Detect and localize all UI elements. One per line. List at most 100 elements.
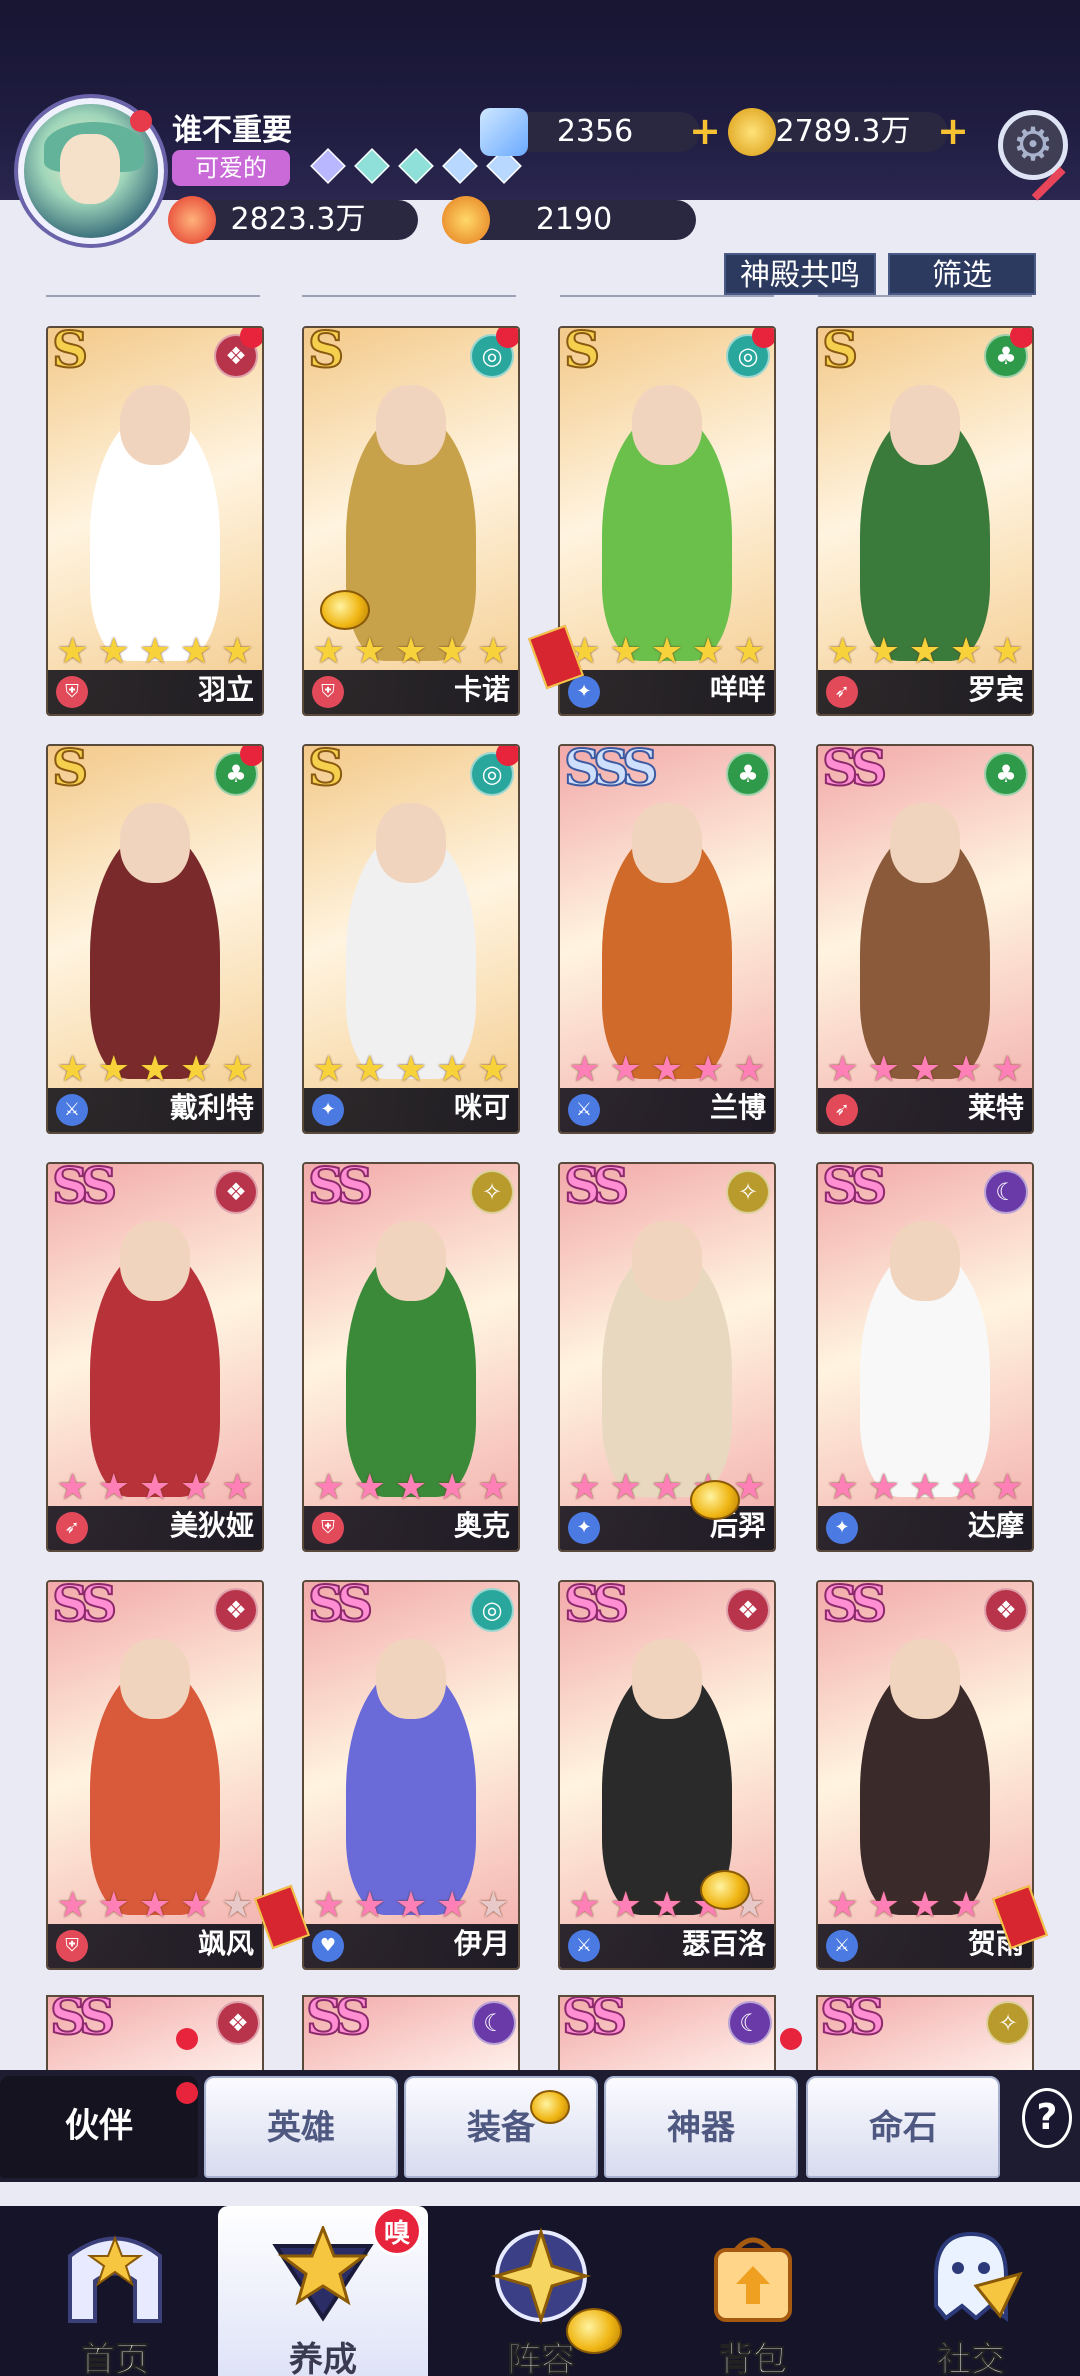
hero-rank: SS [49, 1995, 116, 2047]
star-icon: ★ [138, 631, 172, 672]
star-icon: ★ [867, 1467, 900, 1508]
star-icon: ★ [609, 631, 642, 672]
hero-name: 兰博 [709, 1091, 766, 1124]
element-icon: ❖ [214, 1588, 258, 1632]
star-icon: ★ [56, 1049, 89, 1090]
class-icon: ⛨ [56, 676, 88, 708]
add-diamond-button[interactable]: + [688, 112, 722, 150]
star-icon: ★ [950, 631, 983, 672]
tab-partner-dot [176, 2028, 198, 2050]
element-icon: ☾ [984, 1170, 1028, 1214]
hero-card[interactable]: S ◎ ★ ★ ★ ★ ★ ✦ 咪可 [302, 744, 520, 1134]
hero-stars: ★★★★★ [48, 1049, 262, 1090]
hero-card[interactable]: S ♣ ★ ★ ★ ★ ★ ⚔ 戴利特 [46, 744, 264, 1134]
star-icon: ★ [312, 1049, 345, 1090]
partner-tab-bar: 伙伴 英雄 装备 神器 命石 [0, 2070, 1080, 2182]
floating-coin-icon [700, 1870, 750, 1910]
bag-icon [714, 2237, 792, 2322]
star-icon: ★ [733, 631, 766, 672]
hero-stars: ★★★★★ [818, 631, 1032, 672]
help-icon[interactable]: ? [1022, 2088, 1072, 2148]
hero-card[interactable]: SS ◎ ★ ★ ★ ★ ★ ♥ 伊月 [302, 1580, 520, 1970]
hero-card[interactable]: SS ❖ ★ ★ ★ ★ ★ ⛨ 飒风 [46, 1580, 264, 1970]
power-counter: 2823.3万 [168, 196, 418, 244]
chat-ghost-icon [934, 2231, 1023, 2322]
star-icon: ★ [650, 1467, 684, 1508]
nav-social[interactable]: 社交 [866, 2206, 1076, 2376]
tab-partner-label: 伙伴 [65, 2106, 133, 2146]
hero-card[interactable]: SSS ♣ ★ ★ ★ ★ ★ ⚔ 兰博 [558, 744, 776, 1134]
class-icon: ⛨ [312, 1512, 344, 1544]
star-icon: ★ [908, 1885, 942, 1926]
hero-card-partial[interactable]: SS ❖ [46, 1995, 264, 2070]
hero-card[interactable]: S ♣ ★ ★ ★ ★ ★ ➶ 罗宾 [816, 326, 1034, 716]
hero-card[interactable]: S ◎ ★ ★ ★ ★ ★ ✦ 咩咩 [558, 326, 776, 716]
player-title-tag: 可爱的 [172, 150, 290, 186]
hero-card[interactable]: S ❖ ★ ★ ★ ★ ★ ⛨ 羽立 [46, 326, 264, 716]
hero-rank: SS [819, 1995, 886, 2047]
resonance-button[interactable]: 神殿共鸣 [724, 253, 876, 295]
hero-stars: ★★★★★ [48, 631, 262, 672]
star-icon: ★ [477, 631, 510, 672]
rank-gem-icon [310, 148, 346, 184]
filter-button[interactable]: 筛选 [888, 253, 1036, 295]
hero-name: 咪可 [453, 1091, 510, 1124]
hero-card[interactable]: SS ✧ ★ ★ ★ ★ ★ ⛨ 奥克 [302, 1162, 520, 1552]
hero-card-partial[interactable]: SS ✧ [816, 1995, 1034, 2070]
hero-card-partial[interactable]: SS ☾ [302, 1995, 520, 2070]
hero-rank: S [307, 326, 345, 380]
element-icon: ✧ [470, 1170, 514, 1214]
tab-fate-stone-label: 命石 [869, 2108, 937, 2148]
hero-head [632, 1220, 702, 1301]
add-gold-button[interactable]: + [936, 112, 970, 150]
star-icon: ★ [609, 1885, 642, 1926]
tab-artifact[interactable]: 神器 [604, 2076, 798, 2178]
star-icon: ★ [908, 1467, 942, 1508]
hero-head [376, 802, 446, 883]
hero-card-partial[interactable]: SS ☾ [558, 1995, 776, 2070]
hero-card[interactable]: SS✧★★★★★✦后羿 [558, 1162, 776, 1552]
tab-hero[interactable]: 英雄 [204, 2076, 398, 2178]
hero-name: 美狄娅 [169, 1509, 254, 1542]
nav-coin-icon [566, 2308, 622, 2354]
power-value: 2823.3万 [230, 202, 366, 237]
hero-rank: SSS [563, 744, 659, 798]
star-icon: ★ [394, 1467, 428, 1508]
star-icon: ★ [353, 1885, 386, 1926]
hero-head [120, 802, 190, 883]
nav-lineup[interactable]: 阵容 [436, 2206, 646, 2376]
hero-name: 卡诺 [453, 673, 510, 706]
star-icon: ★ [826, 1049, 859, 1090]
nav-home-label: 首页 [81, 2340, 150, 2376]
hero-rank: SS [563, 1580, 630, 1634]
star-icon: ★ [477, 1049, 510, 1090]
class-icon: ✦ [312, 1094, 344, 1126]
star-icon: ★ [138, 1049, 172, 1090]
hero-card[interactable]: SS ☾ ★ ★ ★ ★ ★ ✦ 达摩 [816, 1162, 1034, 1552]
hero-stars: ★★★★★ [304, 1885, 518, 1926]
star-icon: ★ [436, 1049, 469, 1090]
star-icon: ★ [180, 1467, 213, 1508]
hero-card[interactable]: SS ♣ ★ ★ ★ ★ ★ ➶ 莱特 [816, 744, 1034, 1134]
star-icon: ★ [477, 1467, 510, 1508]
hero-card[interactable]: SS ❖ ★ ★ ★ ★ ★ ⚔ 瑟百洛 [558, 1580, 776, 1970]
tab-equipment[interactable]: 装备 [404, 2076, 598, 2178]
star-icon: ★ [609, 1049, 642, 1090]
star-icon: ★ [97, 1467, 130, 1508]
element-icon: ❖ [214, 1170, 258, 1214]
nav-bag[interactable]: 背包 [648, 2206, 858, 2376]
class-icon: ⚔ [826, 1930, 858, 1962]
tab-artifact-label: 神器 [667, 2108, 735, 2148]
hero-card[interactable]: SS ❖ ★ ★ ★ ★ ★ ➶ 美狄娅 [46, 1162, 264, 1552]
star-icon: ★ [56, 1467, 89, 1508]
tab-partner[interactable]: 伙伴 [0, 2076, 198, 2178]
diamond-icon [480, 108, 528, 156]
hero-head [890, 1220, 960, 1301]
hero-card[interactable]: S ◎ ★ ★ ★ ★ ★ ⛨ 卡诺 [302, 326, 520, 716]
rank-gem-icon [398, 148, 434, 184]
tab-fate-stone[interactable]: 命石 [806, 2076, 1000, 2178]
player-avatar[interactable] [18, 98, 164, 244]
nav-home[interactable]: 首页 [10, 2206, 220, 2376]
star-icon: ★ [312, 1467, 345, 1508]
class-icon: ⛨ [56, 1930, 88, 1962]
